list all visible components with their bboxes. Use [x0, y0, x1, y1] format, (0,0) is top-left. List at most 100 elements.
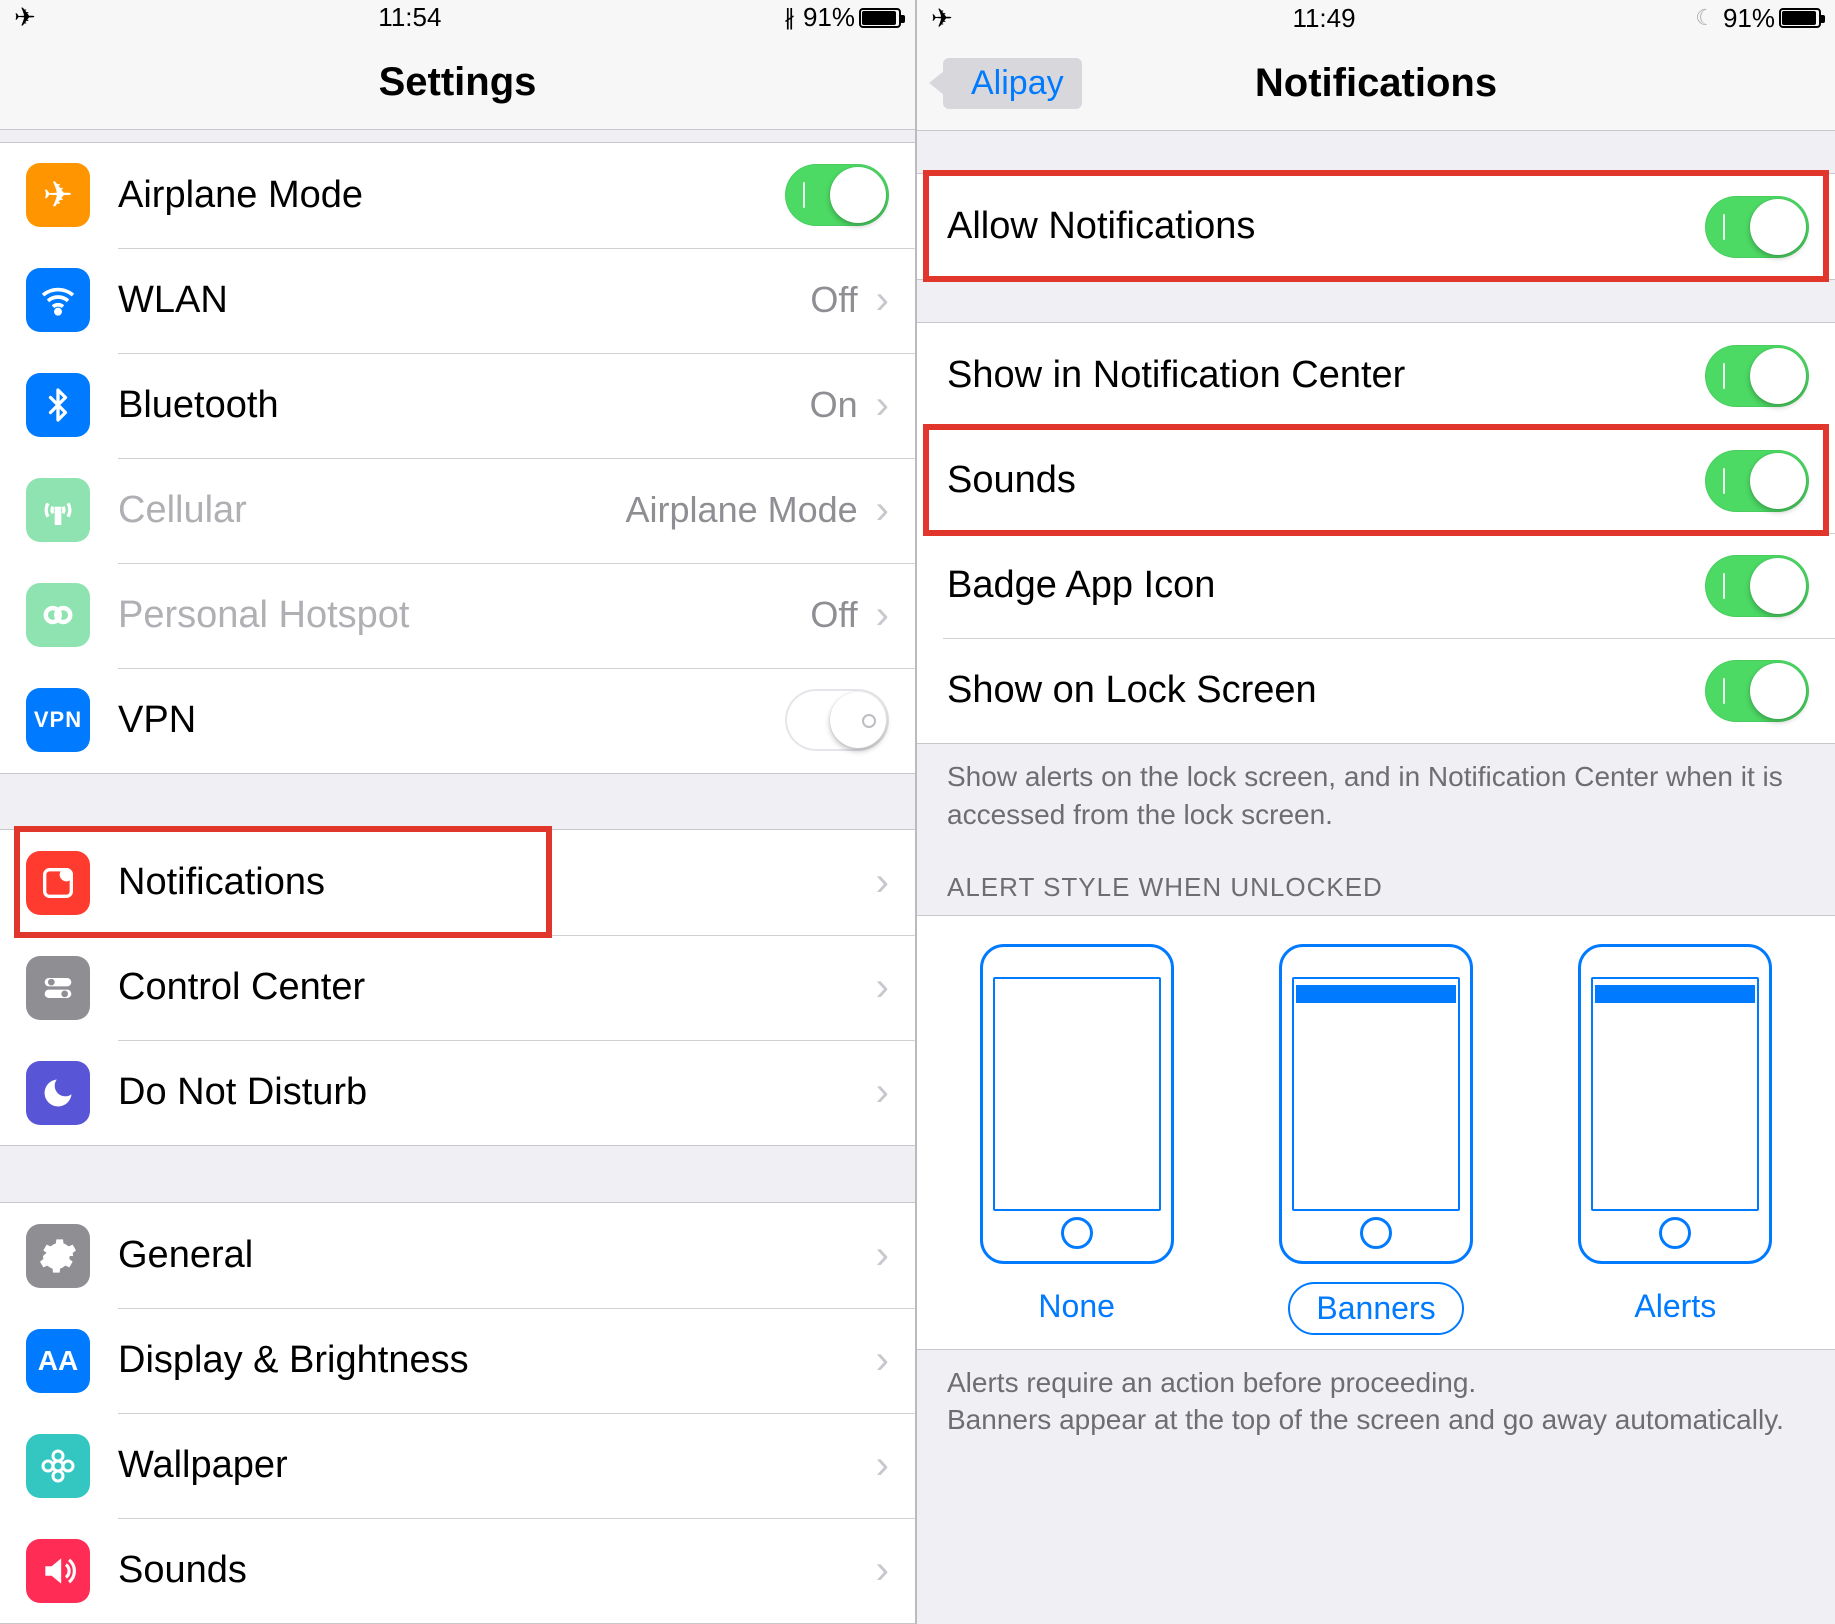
dnd-moon-icon: ☾	[1695, 5, 1715, 31]
wallpaper-icon	[26, 1434, 90, 1498]
row-label: Wallpaper	[118, 1444, 870, 1487]
control-center-icon	[26, 956, 90, 1020]
sounds-icon	[26, 1539, 90, 1603]
chevron-right-icon: ›	[876, 860, 889, 905]
row-do-not-disturb[interactable]: Do Not Disturb ›	[0, 1040, 915, 1145]
nav-bar: Alipay Notifications	[917, 36, 1835, 131]
alert-style-header: ALERT STYLE WHEN UNLOCKED	[917, 848, 1835, 915]
row-label: Notifications	[118, 861, 870, 904]
settings-screen: ✈︎ 11:54 ∦ 91% Settings ✈︎ Airplane Mode	[0, 0, 917, 1624]
chevron-right-icon: ›	[876, 1548, 889, 1593]
bluetooth-icon	[26, 373, 90, 437]
chevron-right-icon: ›	[876, 965, 889, 1010]
chevron-right-icon: ›	[876, 1443, 889, 1488]
row-label: Badge App Icon	[947, 564, 1705, 607]
row-vpn[interactable]: VPN VPN	[0, 668, 915, 773]
row-label: Control Center	[118, 966, 870, 1009]
back-label: Alipay	[943, 58, 1082, 109]
allow-notifications-toggle[interactable]	[1705, 196, 1809, 258]
row-show-on-lock-screen[interactable]: Show on Lock Screen	[917, 638, 1835, 743]
nav-bar: Settings	[0, 36, 915, 130]
moon-icon	[26, 1061, 90, 1125]
alert-style-banners-icon	[1279, 944, 1473, 1264]
alert-style-label: Alerts	[1608, 1282, 1742, 1331]
alert-style-none-icon	[980, 944, 1174, 1264]
cellular-icon	[26, 478, 90, 542]
row-label: Do Not Disturb	[118, 1071, 870, 1114]
row-cellular: Cellular Airplane Mode ›	[0, 458, 915, 563]
row-show-in-nc[interactable]: Show in Notification Center	[917, 323, 1835, 428]
status-time: 11:54	[378, 2, 441, 33]
row-label: Bluetooth	[118, 384, 810, 427]
row-label: Cellular	[118, 489, 626, 532]
bluetooth-icon: ∦	[784, 5, 795, 31]
row-label: General	[118, 1234, 870, 1277]
alert-style-alerts-icon	[1578, 944, 1772, 1264]
chevron-right-icon: ›	[876, 593, 889, 638]
row-wallpaper[interactable]: Wallpaper ›	[0, 1413, 915, 1518]
settings-group-connectivity: ✈︎ Airplane Mode WLAN Off › Bluetooth On…	[0, 142, 915, 774]
alert-footer-text: Alerts require an action before proceedi…	[917, 1350, 1835, 1454]
row-detail: Off	[810, 594, 857, 636]
notification-options-group: Show in Notification Center Sounds Badge…	[917, 322, 1835, 744]
row-label: Personal Hotspot	[118, 594, 810, 637]
notifications-icon	[26, 851, 90, 915]
chevron-right-icon: ›	[876, 383, 889, 428]
alert-style-alerts[interactable]: Alerts	[1578, 944, 1772, 1335]
page-title: Settings	[379, 60, 537, 105]
row-label: Show in Notification Center	[947, 354, 1705, 397]
vpn-toggle[interactable]	[785, 689, 889, 751]
notifications-detail-screen: ✈︎ 11:49 ☾ 91% Alipay Notifications Allo…	[917, 0, 1835, 1624]
row-general[interactable]: General ›	[0, 1203, 915, 1308]
lockscreen-toggle[interactable]	[1705, 660, 1809, 722]
alert-style-label: None	[1012, 1282, 1141, 1331]
status-bar: ✈︎ 11:49 ☾ 91%	[917, 0, 1835, 36]
row-label: Allow Notifications	[947, 205, 1705, 248]
vpn-icon: VPN	[26, 688, 90, 752]
back-button[interactable]: Alipay	[935, 52, 1100, 115]
row-personal-hotspot: Personal Hotspot Off ›	[0, 563, 915, 668]
settings-group-notifications: Notifications › Control Center › Do Not …	[0, 829, 915, 1146]
chevron-right-icon: ›	[876, 278, 889, 323]
alert-style-banners[interactable]: Banners	[1279, 944, 1473, 1335]
gear-icon	[26, 1224, 90, 1288]
alert-style-label: Banners	[1288, 1282, 1463, 1335]
airplane-icon: ✈︎	[14, 2, 36, 33]
chevron-right-icon: ›	[876, 1070, 889, 1115]
row-detail: On	[810, 384, 858, 426]
row-wlan[interactable]: WLAN Off ›	[0, 248, 915, 353]
sounds-toggle[interactable]	[1705, 450, 1809, 512]
battery-pct: 91%	[1723, 3, 1775, 34]
row-airplane-mode[interactable]: ✈︎ Airplane Mode	[0, 143, 915, 248]
settings-group-general: General › AA Display & Brightness › Wall…	[0, 1202, 915, 1624]
battery-pct: 91%	[803, 2, 855, 33]
battery-indicator: 91%	[803, 2, 901, 33]
status-time: 11:49	[1292, 3, 1355, 34]
show-in-nc-toggle[interactable]	[1705, 345, 1809, 407]
row-label: Display & Brightness	[118, 1339, 870, 1382]
row-label: Airplane Mode	[118, 174, 785, 217]
row-control-center[interactable]: Control Center ›	[0, 935, 915, 1040]
wifi-icon	[26, 268, 90, 332]
allow-notifications-group: Allow Notifications	[917, 173, 1835, 280]
row-label: Sounds	[947, 459, 1705, 502]
row-sounds[interactable]: Sounds ›	[0, 1518, 915, 1623]
airplane-toggle[interactable]	[785, 164, 889, 226]
row-notifications[interactable]: Notifications ›	[0, 830, 915, 935]
row-bluetooth[interactable]: Bluetooth On ›	[0, 353, 915, 458]
hotspot-icon	[26, 583, 90, 647]
display-icon: AA	[26, 1329, 90, 1393]
chevron-right-icon: ›	[876, 1338, 889, 1383]
page-title: Notifications	[1255, 61, 1497, 106]
row-allow-notifications[interactable]: Allow Notifications	[917, 174, 1835, 279]
row-sounds-option[interactable]: Sounds	[917, 428, 1835, 533]
row-label: Show on Lock Screen	[947, 669, 1705, 712]
row-label: VPN	[118, 699, 785, 742]
badge-toggle[interactable]	[1705, 555, 1809, 617]
row-badge-app-icon[interactable]: Badge App Icon	[917, 533, 1835, 638]
row-display-brightness[interactable]: AA Display & Brightness ›	[0, 1308, 915, 1413]
battery-indicator: 91%	[1723, 3, 1821, 34]
row-label: Sounds	[118, 1549, 870, 1592]
chevron-right-icon: ›	[876, 1233, 889, 1278]
alert-style-none[interactable]: None	[980, 944, 1174, 1335]
